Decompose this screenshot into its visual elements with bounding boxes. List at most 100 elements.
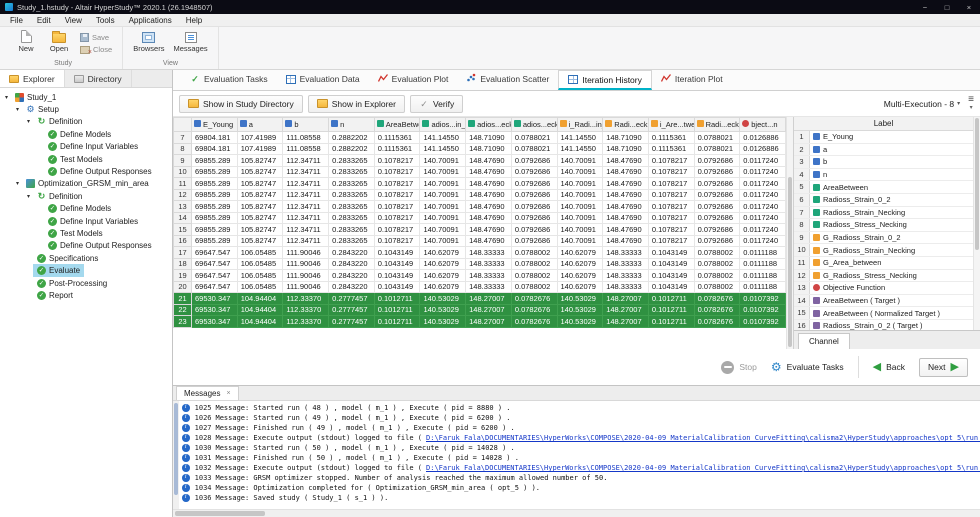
close-icon[interactable]: × (226, 390, 230, 397)
tab-iteration-plot[interactable]: Iteration Plot (652, 70, 732, 90)
label-row-n[interactable]: 4n (794, 168, 973, 182)
tree-item-define-models[interactable]: Define Models (0, 203, 172, 215)
label-row-radioss-strain-0-2[interactable]: 6 Radioss_Strain_0_2 (794, 193, 973, 207)
message-line[interactable]: 1025Message: Started run ( 48 ) , model … (182, 403, 980, 413)
message-line[interactable]: 1027Message: Finished run ( 49 ) , model… (182, 423, 980, 433)
column-header-adios-in-0[interactable]: adios...in_0_ (419, 117, 467, 132)
tree-item-post-processing[interactable]: Post-Processing (0, 277, 172, 289)
menu-item-edit[interactable]: Edit (30, 16, 58, 25)
ribbon-browsers-button[interactable]: Browsers (133, 30, 164, 53)
evaluate-tasks-button[interactable]: Evaluate Tasks (771, 361, 844, 373)
label-column-header[interactable]: Label (794, 117, 973, 131)
stop-button[interactable]: Stop (721, 360, 757, 374)
message-line[interactable]: 1036Message: Saved study ( Study_1 ( s_1… (182, 493, 980, 503)
maximize-button[interactable]: □ (936, 0, 958, 14)
minimize-button[interactable]: − (914, 0, 936, 14)
table-row-18[interactable]: 18 69647.547 106.05485 111.90046 0.2843220 0.… (173, 257, 786, 270)
table-row-15[interactable]: 15 69855.289 105.82747 112.34711 0.2833265 0.… (173, 223, 786, 236)
tree-item-definition[interactable]: ▾ Definition (0, 190, 172, 202)
label-row-b[interactable]: 3b (794, 156, 973, 169)
tree-item-optimization-grsm-min-area[interactable]: ▾ Optimization_GRSM_min_area (0, 178, 172, 190)
menu-item-view[interactable]: View (58, 16, 89, 25)
scrollbar-thumb[interactable] (175, 511, 265, 516)
tree-item-study-1[interactable]: ▾ Study_1 (0, 91, 172, 103)
table-row-19[interactable]: 19 69647.547 106.05485 111.90046 0.2843220 0.… (173, 269, 786, 282)
column-header-i-radi-in-0[interactable]: i_Radi...in_0_ (556, 117, 604, 132)
tab-explorer[interactable]: Explorer (0, 70, 65, 87)
tree-item-define-input-variables[interactable]: Define Input Variables (0, 215, 172, 227)
scrollbar-thumb[interactable] (975, 118, 979, 251)
menu-item-tools[interactable]: Tools (89, 16, 122, 25)
label-row-g-radioss-stress-necking[interactable]: 12 G_Radioss_Stress_Necking (794, 269, 973, 283)
toolbar-show-in-study-directory-button[interactable]: Show in Study Directory (179, 94, 303, 113)
label-vertical-scrollbar[interactable] (973, 117, 980, 330)
label-row-g-area-between[interactable]: 11 G_Area_between (794, 256, 973, 270)
column-header-radi-eckin[interactable]: Radi...eckin (602, 117, 649, 132)
label-row-g-radioss-strain-0-2[interactable]: 9 G_Radioss_Strain_0_2 (794, 231, 973, 245)
label-row-g-radioss-strain-necking[interactable]: 10 G_Radioss_Strain_Necking (794, 244, 973, 257)
message-line[interactable]: 1032Message: Execute output (stdout) log… (182, 463, 980, 473)
label-row-radioss-strain-necking[interactable]: 7 Radioss_Strain_Necking (794, 206, 973, 220)
table-row-23[interactable]: 23 69530.347 104.94404 112.33370 0.2777457 0.… (173, 315, 786, 328)
tab-directory[interactable]: Directory (65, 70, 132, 87)
column-header-e-young[interactable]: E_Young (191, 117, 238, 132)
label-row-areabetween-target[interactable]: 14 AreaBetween ( Target ) (794, 294, 973, 308)
ribbon-open-button[interactable]: Open (47, 30, 71, 53)
message-line[interactable]: 1034Message: Optimization completed for … (182, 483, 980, 493)
ribbon-save-button[interactable]: Save (80, 33, 112, 42)
label-row-e-young[interactable]: 1 E_Young (794, 131, 973, 144)
table-row-21[interactable]: 21 69530.347 104.94404 112.33370 0.2777457 0.… (173, 292, 786, 305)
back-button[interactable]: Back (873, 362, 905, 373)
toolbar-show-in-explorer-button[interactable]: Show in Explorer (307, 94, 405, 113)
messages-horizontal-scrollbar[interactable] (173, 509, 980, 517)
table-row-9[interactable]: 9 69855.289 105.82747 112.34711 0.2833265 0.1… (173, 154, 786, 167)
messages-vertical-scrollbar[interactable] (173, 401, 179, 509)
tree-item-definition[interactable]: ▾ Definition (0, 116, 172, 128)
table-row-10[interactable]: 10 69855.289 105.82747 112.34711 0.2833265 0.… (173, 165, 786, 178)
tree-item-specifications[interactable]: Specifications (0, 252, 172, 264)
column-header-adios-eckin[interactable]: adios...eckin (465, 117, 512, 132)
column-header-bject-n[interactable]: bject...n (739, 117, 786, 132)
tab-evaluation-plot[interactable]: Evaluation Plot (369, 70, 458, 90)
column-header-a[interactable]: a (236, 117, 284, 132)
message-file-link[interactable]: D:\Faruk_Fala\DOCUMENTARIES\HyperWorks\C… (426, 463, 980, 473)
scrollbar-thumb[interactable] (174, 403, 178, 495)
label-row-areabetween[interactable]: 5 AreaBetween (794, 181, 973, 194)
collapse-chevron-icon[interactable]: ▾ (970, 104, 973, 112)
table-row-22[interactable]: 22 69530.347 104.94404 112.33370 0.2777457 0.… (173, 303, 786, 316)
label-row-radioss-strain-0-2-target[interactable]: 16 Radioss_Strain_0_2 ( Target ) (794, 319, 973, 330)
ribbon-new-button[interactable]: New (14, 30, 38, 53)
tab-iteration-history[interactable]: Iteration History (558, 70, 652, 90)
message-line[interactable]: 1030Message: Started run ( 50 ) , model … (182, 443, 980, 453)
tree-item-define-output-responses[interactable]: Define Output Responses (0, 165, 172, 177)
label-row-radioss-stress-necking[interactable]: 8 Radioss_Stress_Necking (794, 219, 973, 232)
label-row-objective-function[interactable]: 13 Objective Function (794, 282, 973, 295)
tab-channel[interactable]: Channel (798, 333, 850, 349)
tab-messages[interactable]: Messages × (176, 386, 239, 400)
menu-item-help[interactable]: Help (179, 16, 209, 25)
menu-item-file[interactable]: File (3, 16, 30, 25)
column-header-n[interactable]: n (328, 117, 375, 132)
table-row-8[interactable]: 8 69804.181 107.41989 111.08558 0.2882202 0.1… (173, 142, 786, 155)
table-row-17[interactable]: 17 69647.547 106.05485 111.90046 0.2843220 0.… (173, 246, 786, 259)
table-row-11[interactable]: 11 69855.289 105.82747 112.34711 0.2833265 0.… (173, 177, 786, 190)
message-line[interactable]: 1031Message: Finished run ( 50 ) , model… (182, 453, 980, 463)
tree-item-define-input-variables[interactable]: Define Input Variables (0, 141, 172, 153)
tab-evaluation-tasks[interactable]: Evaluation Tasks (181, 70, 277, 90)
column-header-radi-eckin[interactable]: Radi...eckin (693, 117, 741, 132)
table-vertical-scrollbar[interactable] (786, 117, 793, 349)
table-row-13[interactable]: 13 69855.289 105.82747 112.34711 0.2833265 0.… (173, 200, 786, 213)
label-row-areabetween-normalized-target[interactable]: 15 AreaBetween ( Normalized Target ) (794, 307, 973, 320)
column-header-i-are-tween[interactable]: i_Are...tween (647, 117, 695, 132)
hamburger-menu-icon[interactable]: ≡ (968, 94, 974, 104)
tab-evaluation-scatter[interactable]: Evaluation Scatter (457, 70, 558, 90)
table-row-20[interactable]: 20 69647.547 106.05485 111.90046 0.2843220 0.… (173, 280, 786, 293)
column-header-b[interactable]: b (282, 117, 330, 132)
menu-item-applications[interactable]: Applications (122, 16, 179, 25)
next-button[interactable]: Next (919, 357, 968, 377)
message-line[interactable]: 1028Message: Execute output (stdout) log… (182, 433, 980, 443)
tree-item-define-models[interactable]: Define Models (0, 128, 172, 140)
table-row-16[interactable]: 16 69855.289 105.82747 112.34711 0.2833265 0.… (173, 234, 786, 247)
message-file-link[interactable]: D:\Faruk_Fala\DOCUMENTARIES\HyperWorks\C… (426, 433, 980, 443)
tree-item-test-models[interactable]: Test Models (0, 227, 172, 239)
